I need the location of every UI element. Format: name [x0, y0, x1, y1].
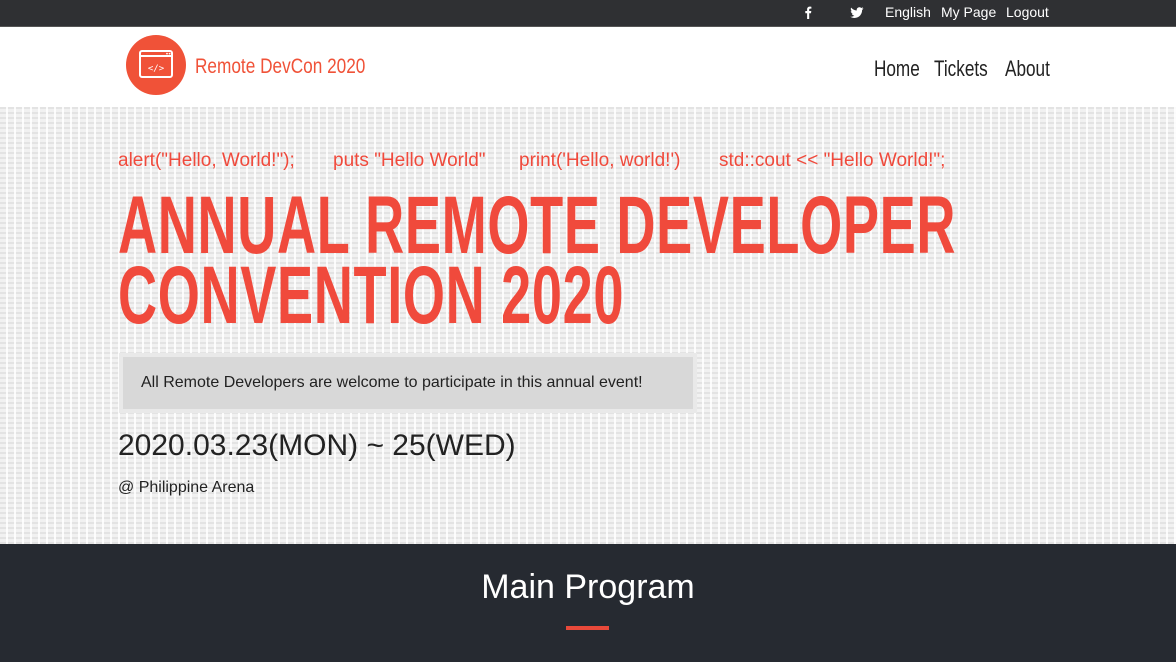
logo-icon[interactable]: </>: [126, 35, 186, 95]
logo-text[interactable]: Remote DevCon 2020: [195, 55, 365, 79]
logo-glyph: </>: [148, 64, 165, 74]
main-program-section: Main Program: [0, 544, 1176, 662]
section-title: Main Program: [481, 568, 695, 606]
code-snippet-ruby: puts "Hello World": [333, 150, 486, 171]
facebook-icon[interactable]: [803, 0, 812, 26]
language-link[interactable]: English: [885, 0, 931, 26]
code-snippet-cpp: std::cout << "Hello World!";: [719, 150, 946, 171]
nav-about[interactable]: About: [1005, 56, 1050, 82]
event-date: 2020.03.23(MON) ~ 25(WED): [118, 429, 516, 462]
nav-home[interactable]: Home: [874, 56, 920, 82]
site-header: </> Remote DevCon 2020 Home Tickets Abou…: [0, 27, 1176, 107]
logout-link[interactable]: Logout: [1006, 0, 1049, 26]
nav-tickets[interactable]: Tickets: [934, 56, 988, 82]
twitter-icon[interactable]: [850, 0, 864, 26]
welcome-banner: All Remote Developers are welcome to par…: [119, 353, 697, 413]
hero-section: alert("Hello, World!"); puts "Hello Worl…: [0, 107, 1176, 544]
code-snippet-js: alert("Hello, World!");: [118, 150, 295, 171]
welcome-text: All Remote Developers are welcome to par…: [141, 374, 643, 391]
hero-title-line2: CONVENTION 2020: [118, 250, 625, 341]
title-underline: [566, 626, 609, 630]
top-utility-bar: English My Page Logout: [0, 0, 1176, 27]
event-venue: @ Philippine Arena: [118, 479, 255, 496]
code-snippet-python: print('Hello, world!'): [519, 150, 681, 171]
my-page-link[interactable]: My Page: [941, 0, 996, 26]
